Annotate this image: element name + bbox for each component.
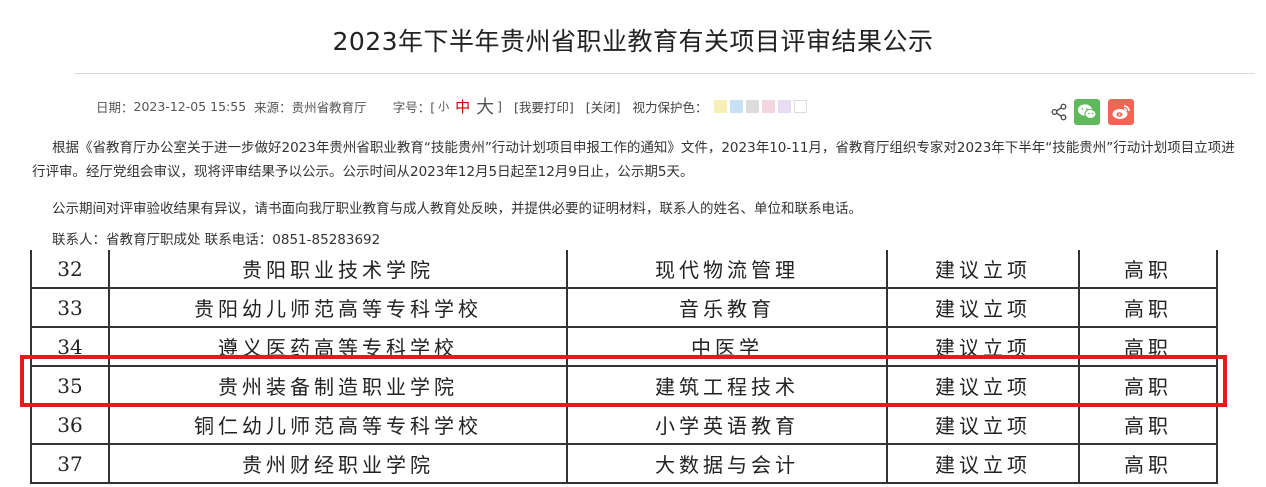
- weibo-icon: [1112, 105, 1130, 119]
- school-level: 高职: [1078, 444, 1218, 484]
- table-row: 34 遵义医药高等专科学校 中医学 建议立项 高职: [30, 327, 1218, 367]
- row-number: 36: [30, 405, 110, 445]
- table-row: 32 贵阳职业技术学院 现代物流管理 建议立项 高职: [30, 250, 1218, 289]
- school-name: 贵阳幼儿师范高等专科学校: [108, 288, 568, 328]
- school-level: 高职: [1078, 288, 1218, 328]
- source-value: 贵州省教育厅: [291, 99, 367, 115]
- review-status: 建议立项: [886, 288, 1080, 328]
- eye-color-gray[interactable]: [745, 99, 759, 113]
- eye-color-yellow[interactable]: [713, 99, 727, 113]
- font-size-large-button[interactable]: 大: [476, 93, 494, 119]
- wechat-icon: [1078, 104, 1097, 119]
- row-number: 34: [30, 327, 110, 367]
- row-number: 32: [30, 250, 110, 289]
- table-row: 36 铜仁幼儿师范高等专科学校 小学英语教育 建议立项 高职: [30, 405, 1218, 445]
- source-label: 来源：: [254, 99, 292, 115]
- table-row: 37 贵州财经职业学院 大数据与会计 建议立项 高职: [30, 444, 1218, 484]
- date-label: 日期：: [96, 99, 134, 115]
- review-status: 建议立项: [886, 327, 1080, 367]
- notice-paragraph-2: 公示期间对评审验收结果有异议，请书面向我厅职业教育与成人教育处反映，并提供必要的…: [52, 201, 862, 217]
- date-value: 2023-12-05 15:55: [133, 98, 247, 114]
- school-name: 贵州装备制造职业学院: [108, 366, 568, 406]
- font-size-medium-button[interactable]: 中: [455, 96, 470, 117]
- row-number: 35: [30, 366, 110, 406]
- article-meta: 日期： 2023-12-05 15:55 来源： 贵州省教育厅 字号：[ 小 中…: [96, 93, 810, 119]
- review-status: 建议立项: [886, 405, 1080, 445]
- row-number: 33: [30, 288, 110, 328]
- review-status: 建议立项: [886, 250, 1080, 289]
- share-icon[interactable]: [1050, 103, 1068, 121]
- major-name: 小学英语教育: [566, 405, 888, 445]
- font-size-small-button[interactable]: 小: [438, 98, 449, 114]
- school-level: 高职: [1078, 327, 1218, 367]
- eye-protect-swatches: [713, 99, 810, 113]
- major-name: 中医学: [566, 327, 888, 367]
- eye-color-purple[interactable]: [777, 99, 791, 113]
- school-name: 铜仁幼儿师范高等专科学校: [108, 405, 568, 445]
- major-name: 音乐教育: [566, 288, 888, 328]
- results-table-image: 32 贵阳职业技术学院 现代物流管理 建议立项 高职 33 贵阳幼儿师范高等专科…: [0, 250, 1266, 487]
- notice-paragraph-1: 根据《省教育厅办公室关于进一步做好2023年贵州省职业教育“技能贵州”行动计划项…: [32, 140, 1235, 180]
- wechat-share-button[interactable]: [1074, 99, 1100, 125]
- eye-protect-label: 视力保护色：: [632, 99, 708, 115]
- school-name: 贵阳职业技术学院: [108, 250, 568, 289]
- contact-info: 联系人：省教育厅职成处 联系电话：0851-85283692: [52, 232, 381, 248]
- major-name: 现代物流管理: [566, 250, 888, 289]
- eye-color-blue[interactable]: [729, 99, 743, 113]
- font-size-bracket: ]: [497, 98, 502, 114]
- school-level: 高职: [1078, 250, 1218, 289]
- results-table: 32 贵阳职业技术学院 现代物流管理 建议立项 高职 33 贵阳幼儿师范高等专科…: [30, 250, 1218, 484]
- table-row: 33 贵阳幼儿师范高等专科学校 音乐教育 建议立项 高职: [30, 288, 1218, 328]
- school-name: 贵州财经职业学院: [108, 444, 568, 484]
- weibo-share-button[interactable]: [1108, 99, 1134, 125]
- eye-color-pink[interactable]: [761, 99, 775, 113]
- school-level: 高职: [1078, 405, 1218, 445]
- table-row-highlighted: 35 贵州装备制造职业学院 建筑工程技术 建议立项 高职: [30, 366, 1218, 406]
- school-level: 高职: [1078, 366, 1218, 406]
- title-divider: [75, 73, 1255, 74]
- page-title: 2023年下半年贵州省职业教育有关项目评审结果公示: [332, 27, 934, 56]
- review-status: 建议立项: [886, 444, 1080, 484]
- font-size-control: 字号：[ 小 中 大 ]: [393, 93, 502, 119]
- school-name: 遵义医药高等专科学校: [108, 327, 568, 367]
- row-number: 37: [30, 444, 110, 484]
- review-status: 建议立项: [886, 366, 1080, 406]
- font-size-label: 字号：[: [392, 99, 436, 115]
- close-button[interactable]: [关闭]: [586, 97, 621, 116]
- major-name: 建筑工程技术: [566, 366, 888, 406]
- print-button[interactable]: [我要打印]: [514, 97, 574, 116]
- major-name: 大数据与会计: [566, 444, 888, 484]
- eye-color-white[interactable]: [793, 99, 807, 113]
- share-bar: [1050, 99, 1134, 125]
